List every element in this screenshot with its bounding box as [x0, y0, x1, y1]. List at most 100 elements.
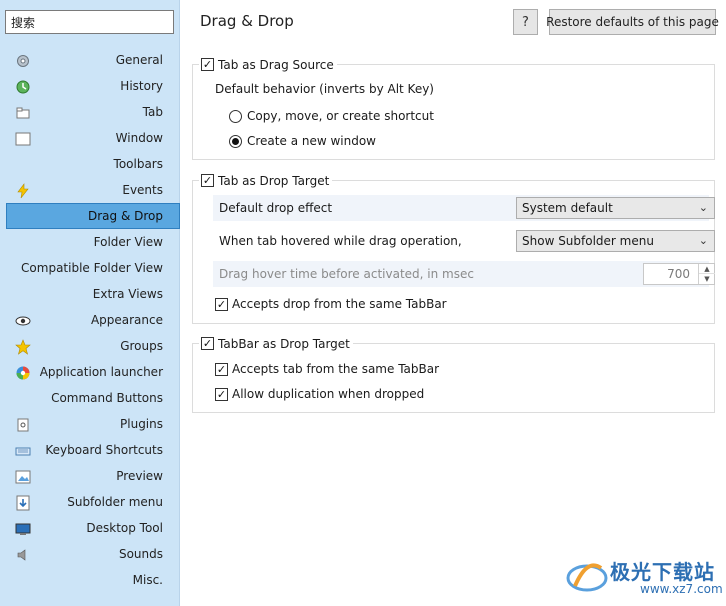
sidebar-item-history[interactable]: History	[6, 73, 180, 99]
drop-effect-select[interactable]: System default ⌄	[516, 197, 715, 219]
sidebar-item-label: Misc.	[132, 573, 163, 587]
drag-source-label: Tab as Drag Source	[218, 57, 334, 72]
search-input[interactable]	[5, 10, 174, 34]
help-button[interactable]: ?	[513, 9, 538, 35]
hover-operation-label: When tab hovered while drag operation,	[219, 234, 462, 248]
same-tabbar-drop-row[interactable]: ✓ Accepts drop from the same TabBar	[215, 297, 447, 311]
sidebar-item-label: Events	[122, 183, 163, 197]
sidebar-item-drag-drop[interactable]: Drag & Drop	[6, 203, 180, 229]
page-title: Drag & Drop	[200, 12, 294, 30]
keyboard-icon	[15, 443, 31, 459]
tab-icon	[15, 105, 31, 121]
sidebar-item-preview[interactable]: Preview	[6, 463, 180, 489]
restore-defaults-button[interactable]: Restore defaults of this page	[546, 9, 719, 35]
sidebar-item-label: Toolbars	[113, 157, 163, 171]
accept-same-tabbar-row[interactable]: ✓ Accepts tab from the same TabBar	[215, 362, 439, 376]
same-tabbar-drop-label: Accepts drop from the same TabBar	[232, 297, 447, 311]
radio-copy-move[interactable]: Copy, move, or create shortcut	[229, 109, 434, 123]
star-icon	[15, 339, 31, 355]
sidebar-item-extra-views[interactable]: Extra Views	[6, 281, 180, 307]
sidebar-item-label: Window	[115, 131, 163, 145]
allow-duplication-row[interactable]: ✓ Allow duplication when dropped	[215, 387, 424, 401]
sidebar-item-subfolder-menu[interactable]: Subfolder menu	[6, 489, 180, 515]
radio-new-window[interactable]: Create a new window	[229, 134, 376, 148]
drop-target-checkbox[interactable]: ✓	[201, 174, 214, 187]
drag-source-checkbox[interactable]: ✓	[201, 58, 214, 71]
sidebar-nav: General History Tab Window Toolbars Events Dra…	[0, 47, 180, 593]
sidebar-item-desktop-tool[interactable]: Desktop Tool	[6, 515, 180, 541]
chevron-down-icon: ⌄	[698, 234, 708, 247]
hover-operation-value: Show Subfolder menu	[522, 234, 654, 248]
sidebar-item-label: Keyboard Shortcuts	[45, 443, 163, 457]
lightning-icon	[15, 183, 31, 199]
sidebar-item-label: Extra Views	[92, 287, 163, 301]
sidebar-item-label: Folder View	[93, 235, 163, 249]
sidebar-item-events[interactable]: Events	[6, 177, 180, 203]
sidebar-item-folder-view[interactable]: Folder View	[6, 229, 180, 255]
sidebar-item-compatible-folder-view[interactable]: Compatible Folder View	[6, 255, 180, 281]
sidebar-item-label: Desktop Tool	[86, 521, 163, 535]
plugin-icon	[15, 417, 31, 433]
sidebar-item-label: Preview	[116, 469, 163, 483]
sidebar-item-label: Drag & Drop	[88, 209, 163, 223]
drop-effect-row: Default drop effect System default ⌄	[213, 195, 715, 221]
hover-operation-row: When tab hovered while drag operation, S…	[213, 228, 715, 254]
spinner-down-icon[interactable]: ▼	[699, 274, 715, 284]
sidebar-item-sounds[interactable]: Sounds	[6, 541, 180, 567]
drag-source-group: ✓ Tab as Drag Source Default behavior (i…	[192, 56, 715, 160]
drag-source-legend: ✓ Tab as Drag Source	[199, 56, 337, 73]
drop-target-group: ✓ Tab as Drop Target Default drop effect…	[192, 172, 715, 324]
sidebar-item-appearance[interactable]: Appearance	[6, 307, 180, 333]
spinner-up-icon[interactable]: ▲	[699, 264, 715, 274]
hover-time-label: Drag hover time before activated, in mse…	[219, 267, 474, 281]
sidebar-item-label: Subfolder menu	[67, 495, 163, 509]
radio-copy-move-label: Copy, move, or create shortcut	[247, 109, 434, 123]
watermark-logo-icon	[566, 563, 608, 592]
radio-copy-move-button[interactable]	[229, 109, 242, 123]
eye-icon	[15, 313, 31, 329]
hover-time-row: Drag hover time before activated, in mse…	[213, 261, 715, 287]
accept-same-tabbar-checkbox[interactable]: ✓	[215, 362, 228, 376]
tabbar-target-label: TabBar as Drop Target	[218, 336, 350, 351]
chevron-down-icon: ⌄	[698, 201, 708, 214]
sidebar-item-plugins[interactable]: Plugins	[6, 411, 180, 437]
radio-new-window-button[interactable]	[229, 134, 242, 148]
allow-duplication-checkbox[interactable]: ✓	[215, 387, 228, 401]
sidebar-item-label: General	[115, 53, 163, 67]
drop-target-label: Tab as Drop Target	[218, 173, 330, 188]
launcher-icon	[15, 365, 31, 381]
watermark: 极光下载站 www.xz7.com	[565, 552, 723, 602]
sidebar-item-misc[interactable]: Misc.	[6, 567, 180, 593]
sidebar: General History Tab Window Toolbars Events Dra…	[0, 0, 180, 606]
desktop-icon	[15, 521, 31, 537]
hover-operation-select[interactable]: Show Subfolder menu ⌄	[516, 230, 715, 252]
same-tabbar-drop-checkbox[interactable]: ✓	[215, 297, 228, 311]
sidebar-item-label: Command Buttons	[51, 391, 163, 405]
default-behavior-row: Default behavior (inverts by Alt Key)	[215, 82, 434, 96]
drop-effect-label: Default drop effect	[219, 201, 333, 215]
sidebar-item-application-launcher[interactable]: Application launcher	[6, 359, 180, 385]
sidebar-item-label: Groups	[120, 339, 163, 353]
sidebar-item-toolbars[interactable]: Toolbars	[6, 151, 180, 177]
tabbar-target-checkbox[interactable]: ✓	[201, 337, 214, 350]
sidebar-item-general[interactable]: General	[6, 47, 180, 73]
sidebar-item-label: Plugins	[120, 417, 163, 431]
spinner-buttons: ▲ ▼	[698, 264, 715, 284]
default-behavior-label: Default behavior (inverts by Alt Key)	[215, 82, 434, 96]
sidebar-item-label: Tab	[142, 105, 163, 119]
sidebar-item-window[interactable]: Window	[6, 125, 180, 151]
tabbar-target-legend: ✓ TabBar as Drop Target	[199, 335, 353, 352]
accept-same-tabbar-label: Accepts tab from the same TabBar	[232, 362, 440, 376]
sidebar-item-label: Appearance	[90, 313, 163, 327]
sidebar-item-groups[interactable]: Groups	[6, 333, 180, 359]
subfolder-icon	[15, 495, 31, 511]
sidebar-item-command-buttons[interactable]: Command Buttons	[6, 385, 180, 411]
sidebar-item-label: Application launcher	[39, 365, 163, 379]
sidebar-item-tab[interactable]: Tab	[6, 99, 180, 125]
window-icon	[15, 131, 31, 147]
gear-icon	[15, 53, 31, 69]
radio-new-window-label: Create a new window	[247, 134, 376, 148]
sidebar-item-label: Sounds	[118, 547, 163, 561]
sidebar-item-keyboard-shortcuts[interactable]: Keyboard Shortcuts	[6, 437, 180, 463]
hover-time-spinner[interactable]: 700 ▲ ▼	[643, 263, 715, 285]
